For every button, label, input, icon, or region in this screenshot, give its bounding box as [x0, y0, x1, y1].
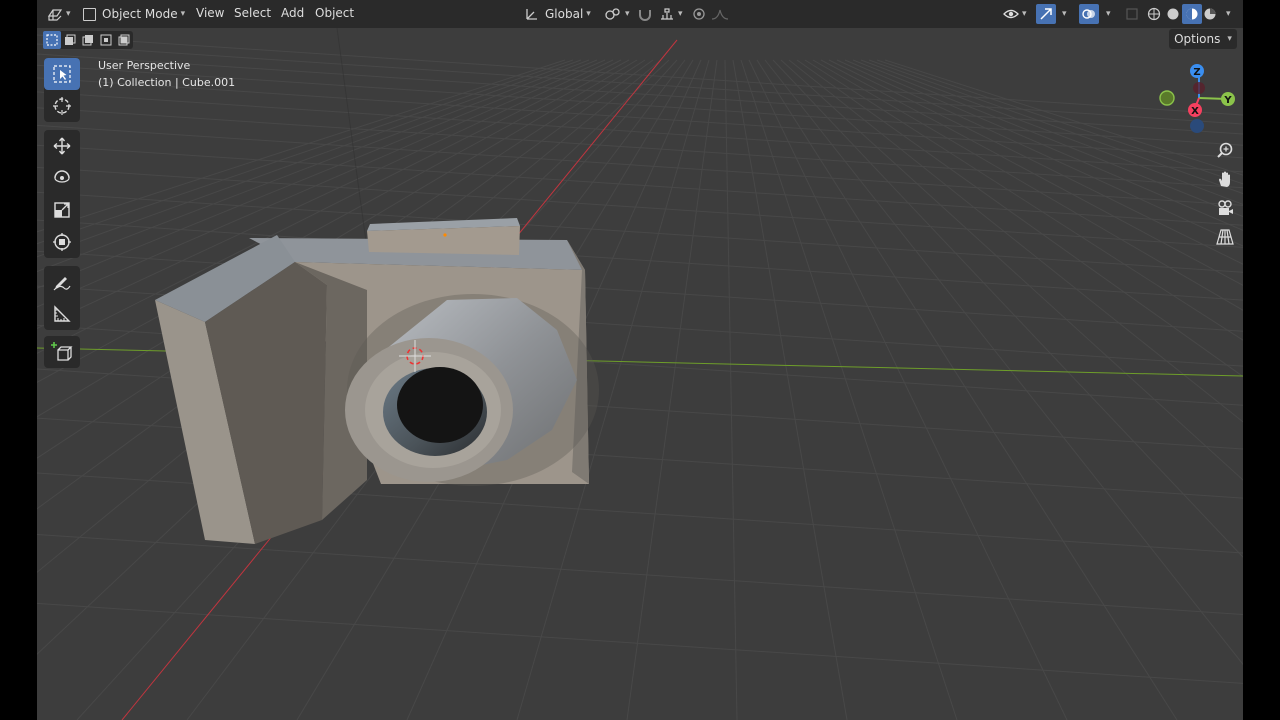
- toolbar-add-group: [44, 336, 80, 368]
- wireframe-sphere-icon: [1147, 7, 1161, 21]
- shading-material-button[interactable]: [1182, 4, 1202, 24]
- blender-window: ▾ Object Mode ▾ View Select Add Object G…: [37, 0, 1243, 720]
- select-invert-button[interactable]: [97, 31, 115, 49]
- select-intersect-icon: [118, 34, 130, 46]
- proportional-edit-toggle[interactable]: [691, 4, 707, 24]
- camera-icon: [1218, 200, 1233, 215]
- viewport-perspective-label: User Perspective: [98, 59, 191, 72]
- proportional-edit-icon: [693, 8, 705, 20]
- solid-sphere-icon: [1167, 8, 1179, 20]
- viewport-collection-label: (1) Collection | Cube.001: [98, 76, 236, 89]
- rotate-icon: [54, 170, 70, 183]
- select-subtract-icon: [82, 35, 93, 46]
- menu-view[interactable]: View: [196, 6, 224, 20]
- viewport-header: ▾ Object Mode ▾ View Select Add Object G…: [37, 0, 1243, 28]
- measure-ruler-icon: [54, 305, 71, 322]
- shading-dropdown[interactable]: ▾: [1226, 4, 1231, 24]
- annotate-pencil-icon: [53, 277, 71, 291]
- mode-dropdown[interactable]: Object Mode ▾: [83, 4, 187, 24]
- select-invert-icon: [100, 34, 112, 46]
- editor-type-icon: [47, 9, 63, 21]
- proportional-falloff-dropdown[interactable]: [711, 4, 729, 24]
- tool-scale[interactable]: [44, 194, 80, 226]
- transform-icon: [53, 233, 71, 251]
- gizmo-x-label: X: [1191, 106, 1199, 117]
- perspective-toggle-button[interactable]: [1212, 224, 1238, 250]
- eye-icon: [1003, 9, 1019, 19]
- gizmo-y-label: Y: [1223, 95, 1232, 106]
- select-subtract-button[interactable]: [79, 31, 97, 49]
- gizmo-toggle[interactable]: [1036, 4, 1056, 24]
- shading-rendered-button[interactable]: [1203, 4, 1217, 24]
- overlays-icon: [1082, 9, 1095, 19]
- mode-label: Object Mode: [102, 7, 178, 21]
- tool-rotate[interactable]: [44, 162, 80, 194]
- tool-add-cube[interactable]: [44, 336, 80, 368]
- orientation-dropdown[interactable]: Global ▾: [525, 4, 591, 24]
- tool-cursor[interactable]: [44, 90, 80, 122]
- viewport-scene[interactable]: [37, 28, 1243, 720]
- visibility-dropdown[interactable]: ▾: [1003, 4, 1027, 24]
- tool-select-box[interactable]: [44, 58, 80, 90]
- xray-toggle[interactable]: [1125, 4, 1139, 24]
- editor-type-button[interactable]: ▾: [47, 4, 71, 24]
- toolbar-transform-group: [44, 130, 80, 258]
- camera-view-button[interactable]: [1212, 195, 1238, 221]
- snap-toggle[interactable]: [637, 4, 653, 24]
- menu-select[interactable]: Select: [234, 6, 271, 20]
- tool-transform[interactable]: [44, 226, 80, 258]
- select-box-icon: [53, 65, 71, 83]
- rendered-sphere-icon: [1204, 8, 1216, 20]
- orientation-label: Global: [545, 7, 584, 21]
- tool-measure[interactable]: [44, 298, 80, 330]
- tool-annotate[interactable]: [44, 266, 80, 298]
- gizmo-neg-z-handle[interactable]: [1190, 119, 1204, 133]
- orientation-icon: [526, 9, 537, 20]
- move-icon: [53, 137, 71, 155]
- add-cube-icon: [51, 342, 73, 361]
- material-sphere-icon: [1186, 8, 1198, 20]
- options-dropdown[interactable]: Options ▾: [1169, 29, 1237, 49]
- gizmo-dropdown[interactable]: ▾: [1062, 4, 1067, 24]
- gizmo-z-label: Z: [1193, 67, 1200, 78]
- select-extend-icon: [65, 34, 76, 45]
- gizmo-neg-y-handle[interactable]: [1159, 90, 1175, 106]
- select-intersect-button[interactable]: [115, 31, 133, 49]
- object-mode-icon: [83, 7, 96, 21]
- menu-add[interactable]: Add: [281, 6, 304, 20]
- select-extend-button[interactable]: [61, 31, 79, 49]
- hand-icon: [1219, 171, 1230, 187]
- options-label: Options: [1174, 32, 1221, 46]
- menu-object[interactable]: Object: [315, 6, 354, 20]
- snap-target-dropdown[interactable]: ▾: [659, 4, 683, 24]
- toolbar-select-group: [44, 58, 80, 122]
- pan-button[interactable]: [1212, 166, 1238, 192]
- snap-increment-icon: [661, 8, 673, 20]
- pivot-link-icon: [605, 8, 620, 20]
- shading-wireframe-button[interactable]: [1147, 4, 1161, 24]
- scale-icon: [54, 202, 70, 218]
- zoom-magnifier-icon: [1217, 142, 1233, 158]
- 3d-viewport[interactable]: [37, 28, 1243, 720]
- select-new-icon: [46, 34, 58, 46]
- selection-mode-buttons: [43, 31, 133, 49]
- pivot-point-dropdown[interactable]: ▾: [604, 4, 630, 24]
- select-new-button[interactable]: [43, 31, 61, 49]
- grid-perspective-icon: [1216, 229, 1234, 245]
- zoom-button[interactable]: [1212, 137, 1238, 163]
- falloff-curve-icon: [711, 9, 729, 20]
- overlays-toggle[interactable]: [1079, 4, 1099, 24]
- xray-icon: [1126, 8, 1138, 20]
- navigation-gizmo[interactable]: Z Y X: [1157, 58, 1243, 142]
- toolbar-annotate-group: [44, 266, 80, 330]
- magnet-icon: [639, 10, 651, 21]
- overlays-dropdown[interactable]: ▾: [1106, 4, 1111, 24]
- cursor-icon: [53, 97, 71, 115]
- shading-solid-button[interactable]: [1166, 4, 1180, 24]
- gizmo-arrow-icon: [1040, 8, 1052, 20]
- tool-move[interactable]: [44, 130, 80, 162]
